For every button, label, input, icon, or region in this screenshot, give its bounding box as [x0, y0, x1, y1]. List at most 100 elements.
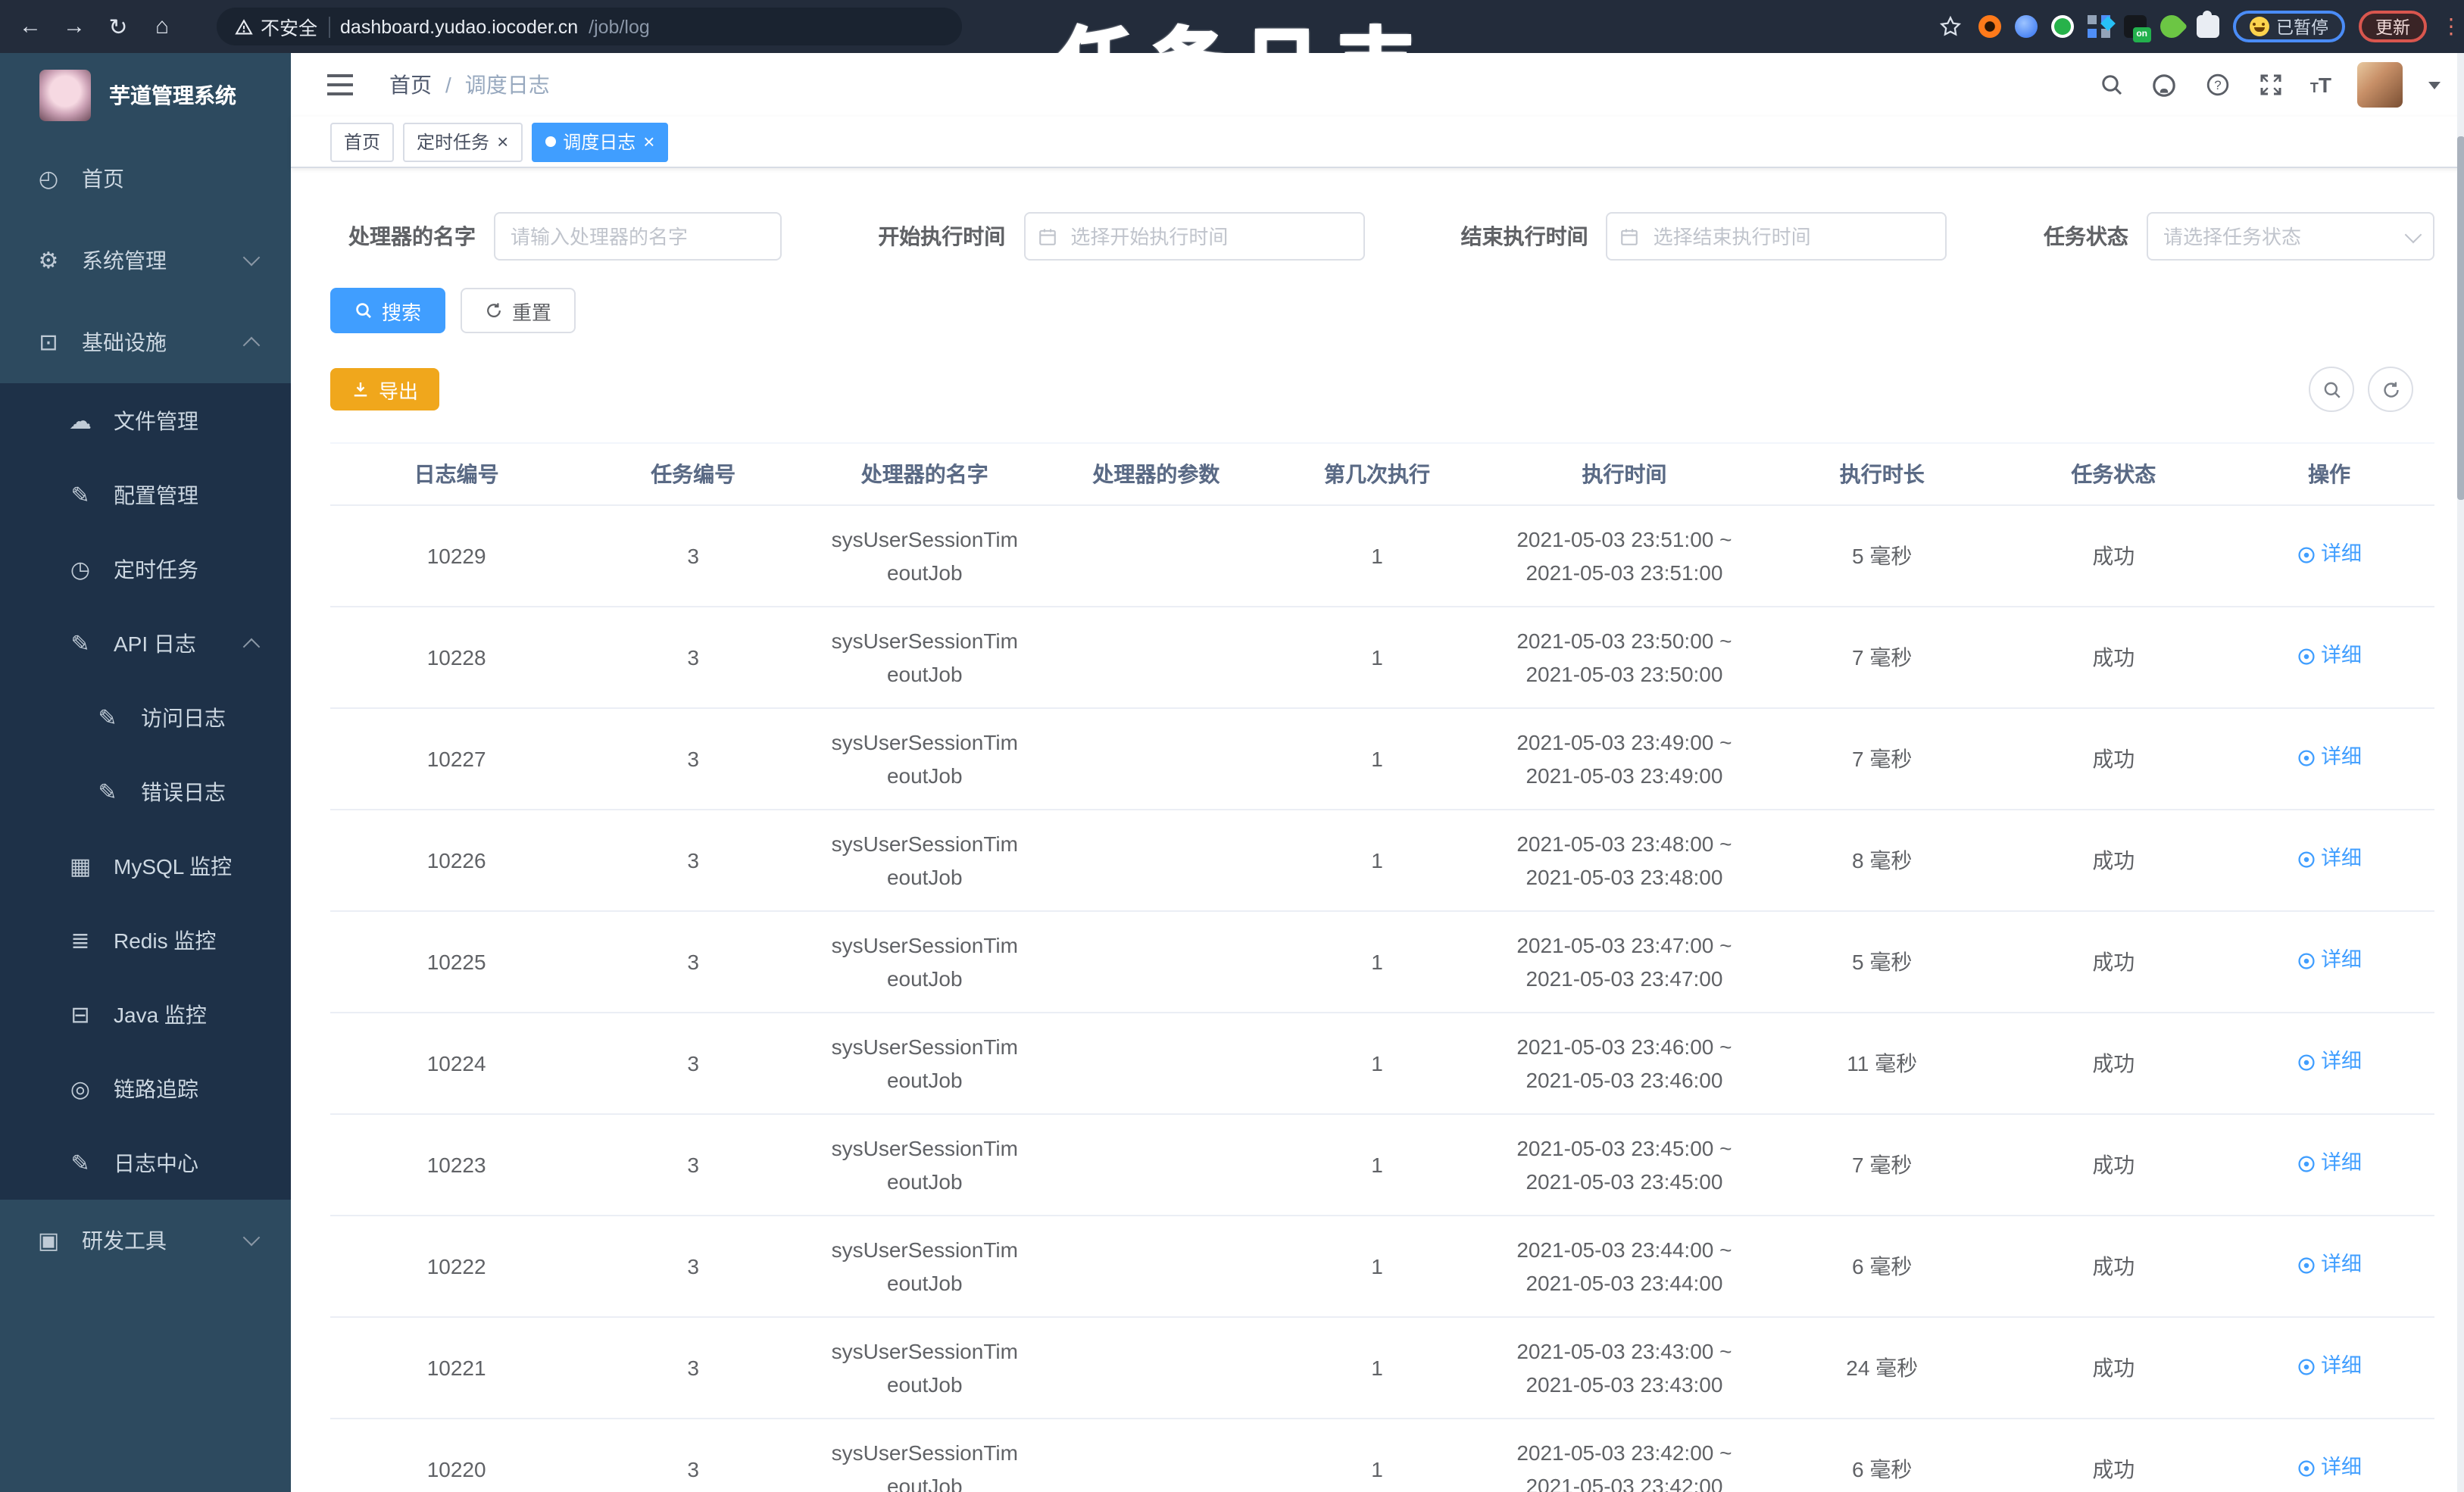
window-scrollbar[interactable] — [2457, 53, 2464, 1492]
cell-handler-param — [1045, 810, 1267, 912]
extension-adblock-icon[interactable] — [1978, 15, 2000, 38]
cell-handler-param — [1045, 708, 1267, 810]
sidebar: 芋道管理系统 ◴ 首页 ⚙ 系统管理 ⊡ 基础设施 ☁ 文件管理 ✎ 配置管理 … — [0, 53, 291, 1492]
detail-link[interactable]: 详细 — [2297, 640, 2362, 673]
close-icon[interactable]: × — [643, 132, 654, 151]
sidebar-item[interactable]: ⊡ 基础设施 — [0, 301, 291, 383]
breadcrumb: 首页 / 调度日志 — [389, 70, 550, 100]
cell-job-id: 3 — [582, 708, 804, 810]
app-logo-row[interactable]: 芋道管理系统 — [0, 53, 291, 138]
cell-log-id: 10226 — [330, 810, 583, 912]
cell-status: 成功 — [2003, 1013, 2225, 1115]
extensions-puzzle-icon[interactable] — [2196, 11, 2219, 38]
cell-log-id: 10225 — [330, 911, 583, 1013]
task-status-select[interactable] — [2146, 212, 2434, 261]
handler-name-input[interactable] — [494, 212, 782, 261]
tags-view-bar: 首页 定时任务 × 调度日志 × — [291, 117, 2464, 168]
start-time-label: 开始执行时间 — [878, 224, 1006, 248]
reset-button[interactable]: 重置 — [461, 288, 576, 333]
reload-icon[interactable]: ↻ — [100, 13, 136, 40]
detail-link[interactable]: 详细 — [2297, 1249, 2362, 1282]
detail-link[interactable]: 详细 — [2297, 1046, 2362, 1079]
cell-execute-time: 2021-05-03 23:43:00 ~2021-05-03 23:43:00 — [1487, 1317, 1761, 1419]
close-icon[interactable]: × — [497, 132, 508, 151]
sidebar-item[interactable]: ✎ 访问日志 — [0, 680, 291, 754]
infrastructure-icon: ⊡ — [39, 330, 58, 356]
detail-link[interactable]: 详细 — [2297, 538, 2362, 572]
back-icon[interactable]: ← — [12, 14, 48, 39]
eye-icon — [2298, 1155, 2315, 1172]
sidebar-item[interactable]: ☁ 文件管理 — [0, 383, 291, 457]
fullscreen-icon[interactable] — [2257, 71, 2284, 98]
extension-switch-icon[interactable]: on — [2123, 15, 2150, 42]
tab-home[interactable]: 首页 — [330, 122, 395, 161]
sidebar-item[interactable]: ⚙ 系统管理 — [0, 220, 291, 301]
cell-handler-name: sysUserSessionTim eoutJob — [804, 911, 1046, 1013]
app-title: 芋道管理系统 — [109, 83, 236, 108]
sidebar-item[interactable]: ▦ MySQL 监控 — [0, 829, 291, 903]
cell-log-id: 10223 — [330, 1114, 583, 1216]
detail-link[interactable]: 详细 — [2297, 1147, 2362, 1181]
detail-link[interactable]: 详细 — [2297, 1350, 2362, 1384]
sidebar-item[interactable]: ✎ 日志中心 — [0, 1125, 291, 1200]
update-button[interactable]: 更新 — [2359, 11, 2427, 42]
sidebar-item[interactable]: ⊟ Java 监控 — [0, 977, 291, 1051]
cell-handler-name: sysUserSessionTim eoutJob — [804, 607, 1046, 709]
search-button[interactable]: 搜索 — [330, 288, 446, 333]
refresh-table-button[interactable] — [2368, 367, 2413, 412]
scrollbar-thumb[interactable] — [2457, 136, 2464, 500]
sidebar-item[interactable]: ◎ 链路追踪 — [0, 1051, 291, 1125]
font-size-icon[interactable]: TT — [2310, 73, 2331, 97]
cell-job-id: 3 — [582, 607, 804, 709]
refresh-icon — [487, 303, 501, 317]
extension-grid-icon[interactable] — [2087, 15, 2115, 38]
github-icon[interactable] — [2151, 71, 2178, 98]
export-button[interactable]: 导出 — [330, 368, 440, 410]
help-icon[interactable]: ? — [2204, 71, 2231, 98]
avatar[interactable] — [2357, 62, 2403, 108]
address-bar[interactable]: 不安全 dashboard.yudao.iocoder.cn/job/log — [217, 8, 962, 45]
home-icon[interactable]: ⌂ — [144, 14, 180, 39]
sidebar-item[interactable]: ◷ 定时任务 — [0, 532, 291, 606]
cell-status: 成功 — [2003, 1216, 2225, 1318]
cell-handler-name: sysUserSessionTim eoutJob — [804, 505, 1046, 607]
table-row: 10220 3 sysUserSessionTim eoutJob 1 2021-… — [330, 1419, 2434, 1492]
tab-schedule-log[interactable]: 调度日志 × — [531, 122, 669, 161]
detail-link[interactable]: 详细 — [2297, 741, 2362, 775]
extension-blue-icon[interactable] — [2014, 15, 2037, 38]
detail-link[interactable]: 详细 — [2297, 1452, 2362, 1485]
sidebar-item[interactable]: ✎ API 日志 — [0, 606, 291, 680]
forward-icon[interactable]: → — [56, 14, 92, 39]
sidebar-item[interactable]: ▣ 研发工具 — [0, 1200, 291, 1281]
sidebar-item[interactable]: ≣ Redis 监控 — [0, 903, 291, 977]
cell-execute-index: 1 — [1266, 810, 1488, 912]
tab-timed-task[interactable]: 定时任务 × — [403, 122, 523, 161]
end-time-input[interactable] — [1606, 212, 1947, 261]
extension-green-icon[interactable] — [2050, 15, 2073, 38]
cell-duration: 5 毫秒 — [1761, 505, 2003, 607]
paused-badge[interactable]: 已暂停 — [2232, 11, 2345, 42]
bookmark-star-icon[interactable] — [1937, 13, 1964, 40]
cell-handler-param — [1045, 1216, 1267, 1318]
detail-link[interactable]: 详细 — [2297, 944, 2362, 978]
end-time-label: 结束执行时间 — [1460, 224, 1588, 248]
detail-link[interactable]: 详细 — [2297, 843, 2362, 876]
search-icon[interactable] — [2098, 71, 2125, 98]
sidebar-item[interactable]: ✎ 错误日志 — [0, 754, 291, 829]
eye-icon — [2298, 648, 2315, 665]
cell-actions: 详细 — [2224, 1114, 2434, 1216]
cell-execute-time: 2021-05-03 23:44:00 ~2021-05-03 23:44:00 — [1487, 1216, 1761, 1318]
avatar-caret-icon[interactable] — [2428, 81, 2441, 89]
sidebar-item[interactable]: ◴ 首页 — [0, 138, 291, 220]
col-execute-time: 执行时间 — [1487, 442, 1761, 506]
browser-toolbar: ← → ↻ ⌂ 不安全 dashboard.yudao.iocoder.cn/j… — [0, 0, 2464, 53]
breadcrumb-home[interactable]: 首页 — [389, 70, 432, 100]
browser-menu-icon[interactable]: ⋮ — [2441, 14, 2462, 39]
toggle-search-button[interactable] — [2309, 367, 2354, 412]
hamburger-icon[interactable] — [327, 74, 353, 95]
start-time-input[interactable] — [1023, 212, 1365, 261]
trace-eye-icon: ◎ — [70, 1076, 91, 1102]
security-warning[interactable]: 不安全 — [235, 12, 317, 41]
extension-leaf-icon[interactable] — [2154, 10, 2188, 43]
sidebar-item[interactable]: ✎ 配置管理 — [0, 457, 291, 532]
